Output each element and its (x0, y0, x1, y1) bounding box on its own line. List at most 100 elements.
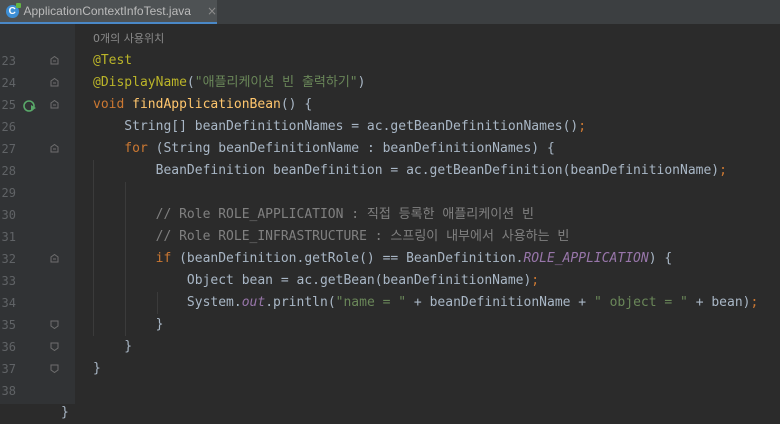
code-text: } (93, 358, 101, 380)
fold-marker-icon[interactable] (50, 254, 59, 263)
java-class-icon: C (6, 2, 20, 18)
code-text: BeanDefinition beanDefinition = ac.getBe… (93, 160, 727, 182)
code-line[interactable]: 28 BeanDefinition beanDefinition = ac.ge… (0, 160, 780, 182)
code-text: for (String beanDefinitionName : beanDef… (93, 138, 555, 160)
line-number: 35 (1, 318, 16, 332)
line-number: 32 (1, 252, 16, 266)
code-token: "name = " (335, 295, 407, 310)
code-line[interactable]: 37} (0, 358, 780, 380)
code-token: ; (578, 119, 587, 134)
fold-marker-icon[interactable] (50, 78, 59, 87)
code-line[interactable]: } (0, 402, 780, 424)
code-text: // Role ROLE_APPLICATION : 직접 등록한 애플리케이션… (93, 204, 534, 226)
tab-title: ApplicationContextInfoTest.java (23, 4, 191, 18)
line-number: 33 (1, 274, 16, 288)
code-line[interactable]: 36 } (0, 336, 780, 358)
code-text: if (beanDefinition.getRole() == BeanDefi… (93, 248, 673, 270)
code-text: String[] beanDefinitionNames = ac.getBea… (93, 116, 586, 138)
code-line[interactable]: 31 // Role ROLE_INFRASTRUCTURE : 스프링이 내부… (0, 226, 780, 248)
code-line[interactable]: 35 } (0, 314, 780, 336)
code-token: } (93, 339, 133, 354)
code-token: ; (750, 295, 759, 310)
code-token: (String beanDefinitionName : beanDefinit… (155, 141, 555, 156)
fold-marker-icon[interactable] (50, 342, 59, 351)
code-line[interactable]: 29 (0, 182, 780, 204)
code-token: BeanDefinition beanDefinition = ac.getBe… (93, 163, 720, 178)
code-text: } (61, 402, 69, 424)
code-token: if (93, 251, 180, 266)
code-token: ( (186, 75, 195, 90)
code-text: System.out.println("name = " + beanDefin… (93, 292, 758, 314)
line-number: 29 (1, 186, 16, 200)
fold-marker-icon[interactable] (50, 144, 59, 153)
tab-close-icon[interactable]: × (207, 4, 217, 18)
code-token: out (241, 295, 266, 310)
line-number: 34 (1, 296, 16, 310)
code-token: for (93, 141, 156, 156)
usage-hint-line: 0개의 사용위치 (0, 28, 780, 50)
indent-guide (157, 292, 158, 314)
code-token: + beanDefinitionName + (406, 295, 594, 310)
line-number: 36 (1, 340, 16, 354)
code-token: System. (93, 295, 242, 310)
editor-tab-bar: C ApplicationContextInfoTest.java × (0, 0, 780, 24)
line-number: 23 (1, 54, 16, 68)
code-line[interactable]: 24 @DisplayName("애플리케이션 빈 출력하기") (0, 72, 780, 94)
fold-marker-icon[interactable] (50, 320, 59, 329)
tab-applicationcontextinfotest[interactable]: C ApplicationContextInfoTest.java × (0, 0, 217, 24)
run-test-icon[interactable] (23, 98, 37, 112)
code-token: .println( (265, 295, 336, 310)
code-line[interactable]: 33 Object bean = ac.getBean(beanDefiniti… (0, 270, 780, 292)
code-token: "애플리케이션 빈 출력하기" (194, 75, 358, 90)
line-number: 26 (1, 120, 16, 134)
code-editor[interactable]: 0개의 사용위치 23 @Test 24 @DisplayName("애플리케이션 빈… (0, 24, 780, 420)
code-token: () { (280, 97, 313, 112)
indent-guide (93, 160, 94, 336)
code-line[interactable]: 30 // Role ROLE_APPLICATION : 직접 등록한 애플리… (0, 204, 780, 226)
code-token: findApplicationBean (132, 97, 281, 112)
code-token: ; (531, 273, 540, 288)
code-text: // Role ROLE_INFRASTRUCTURE : 스프링이 내부에서 … (93, 226, 570, 248)
line-number: 24 (1, 76, 16, 90)
line-number: 31 (1, 230, 16, 244)
line-number: 37 (1, 362, 16, 376)
indent-guide (125, 182, 126, 336)
code-token: ROLE_APPLICATION (523, 251, 649, 266)
code-line[interactable]: 32 if (beanDefinition.getRole() == BeanD… (0, 248, 780, 270)
code-token: (beanDefinition.getRole() == BeanDefinit… (179, 251, 524, 266)
code-token: String[] beanDefinitionNames = ac.getBea… (93, 119, 579, 134)
code-text: @Test (93, 50, 132, 72)
fold-marker-icon[interactable] (50, 56, 59, 65)
code-token: + bean) (687, 295, 751, 310)
code-token: } (93, 361, 101, 376)
usage-hint[interactable]: 0개의 사용위치 (93, 28, 164, 50)
code-line[interactable]: 27 for (String beanDefinitionName : bean… (0, 138, 780, 160)
fold-marker-icon[interactable] (50, 364, 59, 373)
code-line[interactable]: 38 (0, 380, 780, 402)
code-token: void (93, 97, 133, 112)
code-line[interactable]: 23 @Test (0, 50, 780, 72)
code-token: Object bean = ac.getBean(beanDefinitionN… (93, 273, 532, 288)
code-token: ) { (648, 251, 673, 266)
code-token: ) (357, 75, 366, 90)
code-token: // Role ROLE_APPLICATION : 직접 등록한 애플리케이션… (93, 207, 534, 222)
code-text: } (93, 336, 132, 358)
code-token: ; (719, 163, 727, 178)
code-token: @DisplayName (93, 75, 187, 90)
code-line[interactable]: 26 String[] beanDefinitionNames = ac.get… (0, 116, 780, 138)
code-text: @DisplayName("애플리케이션 빈 출력하기") (93, 72, 365, 94)
code-text: } (93, 314, 164, 336)
code-token: } (93, 317, 164, 332)
line-number: 38 (1, 384, 16, 398)
code-line[interactable]: 34 System.out.println("name = " + beanDe… (0, 292, 780, 314)
line-number: 27 (1, 142, 16, 156)
code-text: Object bean = ac.getBean(beanDefinitionN… (93, 270, 539, 292)
line-number: 30 (1, 208, 16, 222)
code-token: } (61, 405, 69, 420)
code-token: // Role ROLE_INFRASTRUCTURE : 스프링이 내부에서 … (93, 229, 570, 244)
code-text: void findApplicationBean() { (93, 94, 312, 116)
line-number: 28 (1, 164, 16, 178)
code-line[interactable]: 25 void findApplicationBean() { (0, 94, 780, 116)
line-number: 25 (1, 98, 16, 112)
fold-marker-icon[interactable] (50, 100, 59, 109)
